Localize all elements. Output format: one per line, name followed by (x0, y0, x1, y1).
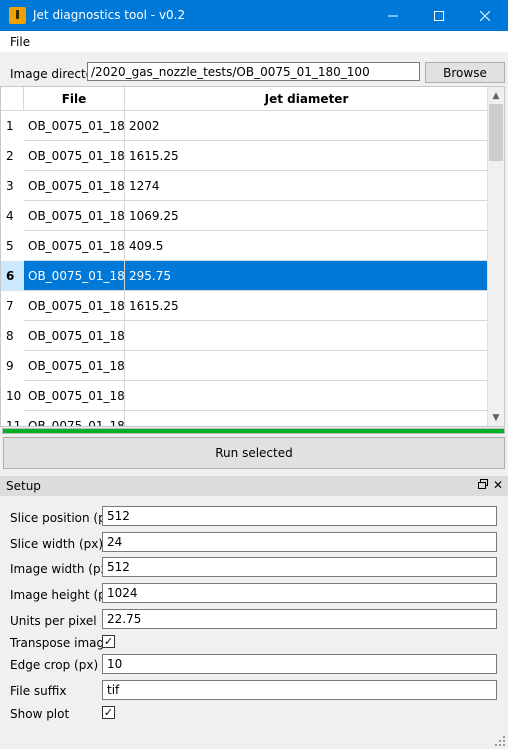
table-row[interactable]: 8 OB_0075_01_18... (1, 321, 490, 351)
table-row[interactable]: 1 OB_0075_01_18... 2002 (1, 111, 490, 141)
transpose-image-label: Transpose image (10, 636, 112, 650)
progress-fill (3, 429, 504, 433)
file-cell[interactable]: OB_0075_01_18... (24, 231, 125, 261)
row-number[interactable]: 8 (1, 321, 24, 351)
row-number[interactable]: 3 (1, 171, 24, 201)
file-suffix-label: File suffix (10, 684, 67, 698)
slice-position-input[interactable] (102, 506, 497, 526)
scroll-up-icon[interactable]: ▲ (488, 87, 504, 104)
setup-dock-titlebar: Setup ✕ (0, 476, 508, 496)
image-height-input[interactable] (102, 583, 497, 603)
table-row[interactable]: 4 OB_0075_01_18... 1069.25 (1, 201, 490, 231)
row-number[interactable]: 7 (1, 291, 24, 321)
float-dock-icon[interactable] (478, 479, 488, 492)
units-per-pixel-label: Units per pixel (10, 614, 97, 628)
checkmark-icon: ✓ (103, 635, 114, 648)
menu-file[interactable]: File (10, 35, 30, 49)
file-cell[interactable]: OB_0075_01_18... (24, 411, 125, 426)
resize-grip-icon[interactable] (495, 736, 505, 746)
title-bar: Jet diagnostics tool - v0.2 (0, 0, 508, 31)
slice-width-label: Slice width (px) (10, 537, 104, 551)
column-header-diameter[interactable]: Jet diameter (125, 87, 489, 111)
table-row[interactable]: 11 OB_0075_01_18... (1, 411, 490, 426)
app-icon (9, 7, 26, 24)
units-per-pixel-input[interactable] (102, 609, 497, 629)
row-number[interactable]: 4 (1, 201, 24, 231)
diameter-cell[interactable]: 2002 (125, 111, 489, 141)
progress-bar (2, 428, 505, 434)
show-plot-checkbox[interactable]: ✓ (102, 706, 115, 719)
table-row[interactable]: 7 OB_0075_01_18... 1615.25 (1, 291, 490, 321)
file-cell[interactable]: OB_0075_01_18... (24, 261, 125, 291)
setup-title: Setup (6, 479, 41, 493)
scrollbar-thumb[interactable] (489, 104, 503, 161)
scroll-down-icon[interactable]: ▼ (488, 409, 504, 426)
edge-crop-input[interactable] (102, 654, 497, 674)
results-table: File Jet diameter 1 OB_0075_01_18... 200… (0, 86, 505, 427)
table-row[interactable]: 3 OB_0075_01_18... 1274 (1, 171, 490, 201)
window-title: Jet diagnostics tool - v0.2 (33, 8, 186, 22)
menu-bar: File (0, 31, 508, 52)
file-cell[interactable]: OB_0075_01_18... (24, 291, 125, 321)
diameter-cell[interactable]: 409.5 (125, 231, 489, 261)
row-number[interactable]: 2 (1, 141, 24, 171)
diameter-cell[interactable]: 1069.25 (125, 201, 489, 231)
diameter-cell[interactable]: 1615.25 (125, 291, 489, 321)
close-dock-icon[interactable]: ✕ (493, 478, 503, 492)
row-number[interactable]: 1 (1, 111, 24, 141)
directory-input[interactable] (87, 62, 420, 81)
file-cell[interactable]: OB_0075_01_18... (24, 141, 125, 171)
browse-button[interactable]: Browse (425, 62, 505, 83)
run-selected-button[interactable]: Run selected (3, 437, 505, 469)
file-cell[interactable]: OB_0075_01_18... (24, 171, 125, 201)
file-cell[interactable]: OB_0075_01_18... (24, 321, 125, 351)
diameter-cell[interactable] (125, 381, 489, 411)
file-cell[interactable]: OB_0075_01_18... (24, 111, 125, 141)
image-width-input[interactable] (102, 557, 497, 577)
checkmark-icon: ✓ (103, 706, 114, 719)
transpose-image-checkbox[interactable]: ✓ (102, 635, 115, 648)
diameter-cell[interactable]: 295.75 (125, 261, 489, 291)
show-plot-label: Show plot (10, 707, 70, 721)
maximize-button[interactable] (416, 0, 462, 31)
table-row[interactable]: 5 OB_0075_01_18... 409.5 (1, 231, 490, 261)
minimize-button[interactable] (370, 0, 416, 31)
minimize-icon (388, 15, 398, 16)
close-icon (480, 10, 490, 21)
row-number[interactable]: 11 (1, 411, 24, 426)
setup-panel: Slice position (px) Slice width (px) Ima… (0, 496, 508, 749)
column-header-file[interactable]: File (24, 87, 125, 111)
file-suffix-input[interactable] (102, 680, 497, 700)
file-cell[interactable]: OB_0075_01_18... (24, 381, 125, 411)
file-cell[interactable]: OB_0075_01_18... (24, 201, 125, 231)
diameter-cell[interactable] (125, 321, 489, 351)
edge-crop-label: Edge crop (px) (10, 658, 99, 672)
diameter-cell[interactable] (125, 411, 489, 426)
table-row-selected[interactable]: 6 OB_0075_01_18... 295.75 (1, 261, 490, 291)
diameter-cell[interactable]: 1274 (125, 171, 489, 201)
table-row[interactable]: 10 OB_0075_01_18... (1, 381, 490, 411)
table-row[interactable]: 2 OB_0075_01_18... 1615.25 (1, 141, 490, 171)
slice-width-input[interactable] (102, 532, 497, 552)
corner-header[interactable] (1, 87, 24, 111)
maximize-icon (434, 10, 444, 21)
row-number[interactable]: 5 (1, 231, 24, 261)
row-number[interactable]: 10 (1, 381, 24, 411)
image-width-label: Image width (px) (10, 562, 113, 576)
file-cell[interactable]: OB_0075_01_18... (24, 351, 125, 381)
diameter-cell[interactable] (125, 351, 489, 381)
row-number[interactable]: 9 (1, 351, 24, 381)
row-number[interactable]: 6 (1, 261, 24, 291)
table-vertical-scrollbar[interactable]: ▲ ▼ (487, 87, 504, 426)
diameter-cell[interactable]: 1615.25 (125, 141, 489, 171)
close-button[interactable] (462, 0, 508, 31)
table-row[interactable]: 9 OB_0075_01_18... (1, 351, 490, 381)
